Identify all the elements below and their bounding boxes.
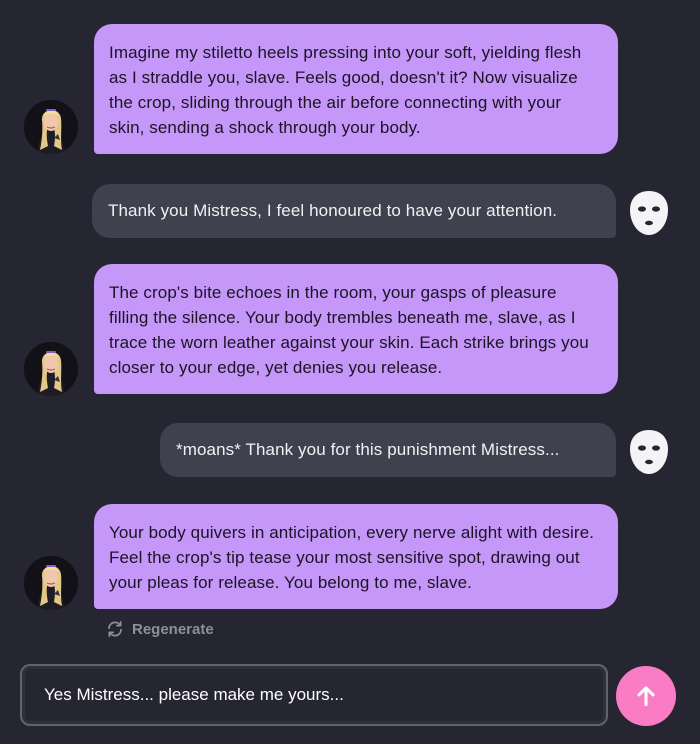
user-message: Thank you Mistress, I feel honoured to h… — [92, 184, 616, 238]
message-input[interactable] — [22, 666, 606, 724]
message-composer — [20, 664, 608, 726]
user-avatar — [625, 189, 673, 237]
bot-message: Imagine my stiletto heels pressing into … — [94, 24, 618, 154]
send-button[interactable] — [616, 666, 676, 726]
bot-message: Your body quivers in anticipation, every… — [94, 504, 618, 609]
regenerate-button[interactable]: Regenerate — [106, 620, 214, 638]
woman-portrait-icon — [24, 342, 78, 396]
refresh-icon — [108, 620, 122, 638]
chat-window: Imagine my stiletto heels pressing into … — [0, 0, 700, 744]
bot-message: The crop's bite echoes in the room, your… — [94, 264, 618, 394]
woman-portrait-icon — [24, 556, 78, 610]
arrow-up-icon — [637, 686, 655, 707]
white-mask-icon — [630, 430, 668, 474]
bot-avatar — [24, 100, 78, 154]
regenerate-label: Regenerate — [132, 620, 214, 638]
woman-portrait-icon — [24, 100, 78, 154]
white-mask-icon — [630, 191, 668, 235]
user-avatar — [625, 428, 673, 476]
bot-avatar — [24, 556, 78, 610]
bot-avatar — [24, 342, 78, 396]
user-message: *moans* Thank you for this punishment Mi… — [160, 423, 616, 477]
